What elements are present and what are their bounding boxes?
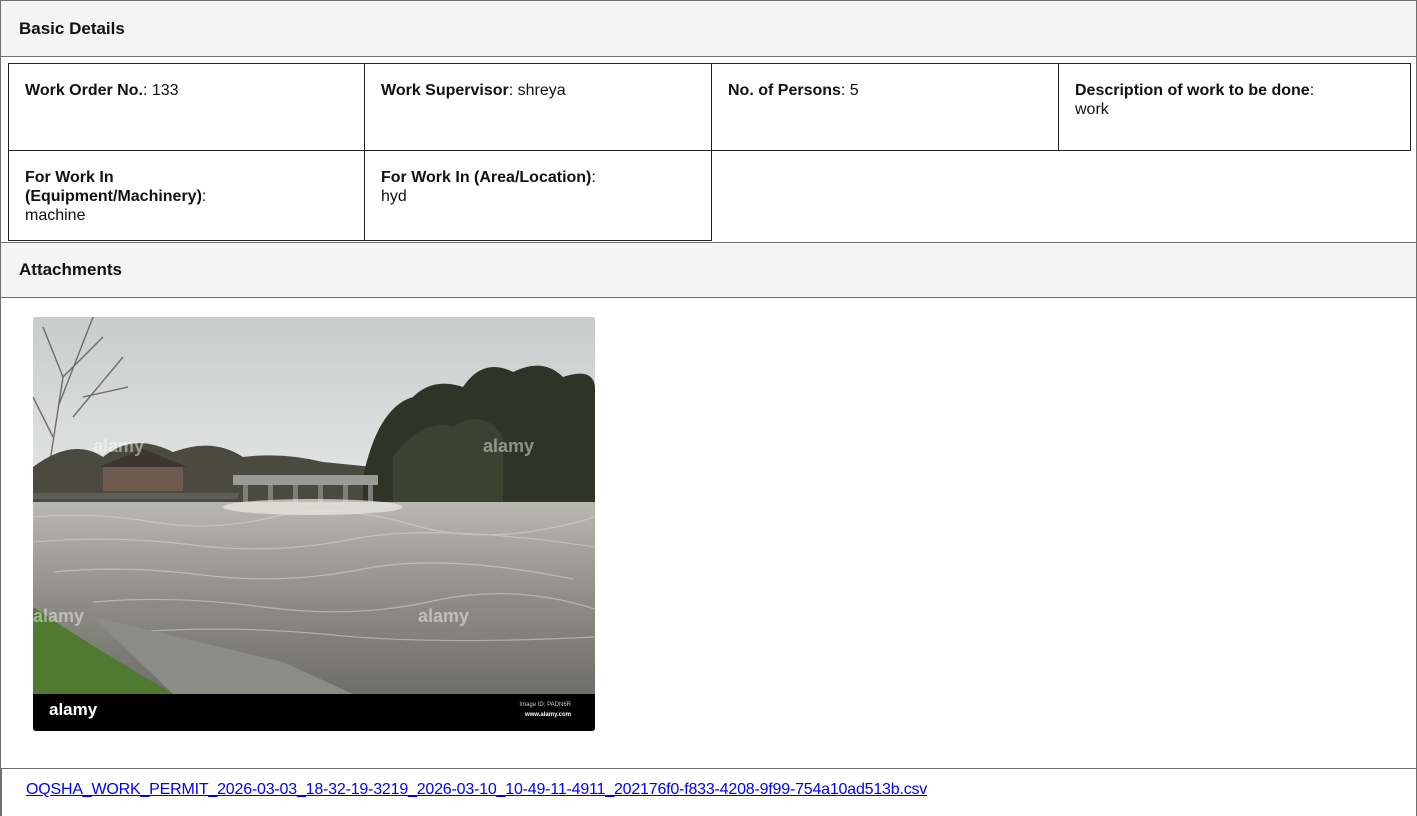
river-weir-photo: alamy alamy alamy alamy: [33, 317, 595, 731]
svg-text:alamy: alamy: [483, 436, 534, 456]
equipment-value: machine: [25, 207, 86, 224]
work-supervisor-value: shreya: [517, 82, 566, 99]
description-value: work: [1075, 101, 1109, 118]
equipment-label-line2: (Equipment/Machinery): [25, 188, 202, 205]
svg-text:alamy: alamy: [33, 606, 84, 626]
no-of-persons-label: No. of Persons: [728, 82, 841, 99]
area-location-value: hyd: [381, 188, 407, 205]
basic-details-body: Work Order No.: 133 Work Supervisor: shr…: [1, 57, 1416, 242]
attachment-photo[interactable]: alamy alamy alamy alamy alamy Image ID: …: [33, 317, 595, 731]
equipment-cell: For Work In (Equipment/Machinery): machine: [8, 150, 365, 241]
alamy-watermark-label: alamy: [49, 700, 98, 719]
alamy-site-text: www.alamy.com: [524, 712, 571, 718]
image-id-text: Image ID: PADN6R: [519, 702, 571, 708]
no-of-persons-value: 5: [849, 82, 859, 99]
svg-text:alamy: alamy: [93, 436, 144, 456]
work-supervisor-label: Work Supervisor: [381, 82, 509, 99]
attachment-file-link[interactable]: OQSHA_WORK_PERMIT_2026-03-03_18-32-19-32…: [26, 781, 927, 798]
no-of-persons-cell: No. of Persons: 5: [711, 63, 1059, 151]
description-label: Description of work to be done: [1075, 82, 1310, 99]
work-supervisor-cell: Work Supervisor: shreya: [364, 63, 712, 151]
area-location-cell: For Work In (Area/Location): hyd: [364, 150, 712, 241]
work-permit-panel: Basic Details Work Order No.: 133 Work S…: [0, 0, 1417, 816]
equipment-label-line1: For Work In: [25, 169, 114, 186]
work-order-no-label: Work Order No.: [25, 82, 143, 99]
basic-details-heading: Basic Details: [1, 1, 1416, 57]
work-order-no-cell: Work Order No.: 133: [8, 63, 365, 151]
area-location-label: For Work In (Area/Location): [381, 169, 592, 186]
attachments-body: alamy alamy alamy alamy alamy Image ID: …: [1, 298, 1416, 731]
attachment-file-row: OQSHA_WORK_PERMIT_2026-03-03_18-32-19-32…: [1, 768, 1417, 816]
attachments-heading: Attachments: [1, 242, 1416, 298]
svg-text:alamy: alamy: [418, 606, 469, 626]
description-cell: Description of work to be done: work: [1058, 63, 1411, 151]
work-order-no-value: 133: [151, 82, 179, 99]
